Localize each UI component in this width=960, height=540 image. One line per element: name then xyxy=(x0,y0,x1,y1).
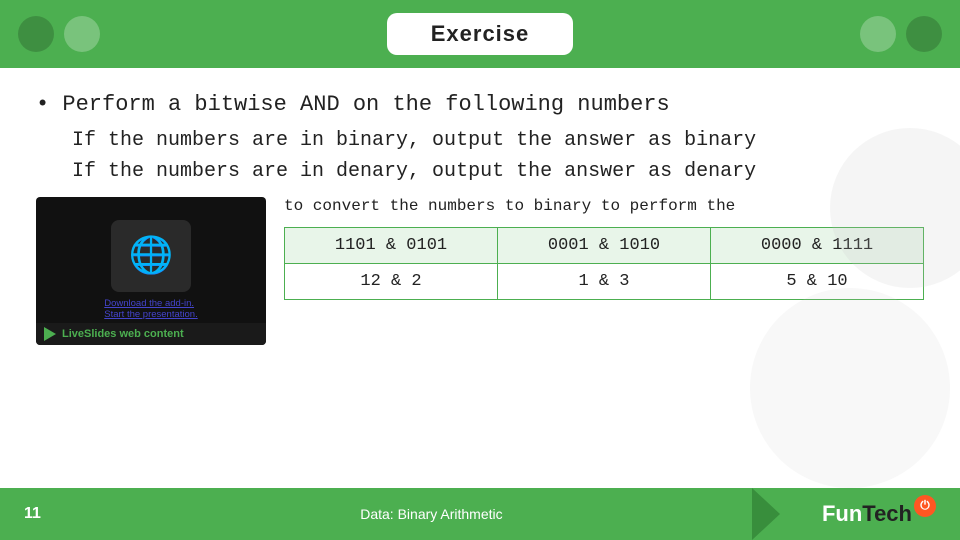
power-icon: ⏻ xyxy=(914,495,936,517)
indent-line-1: If the numbers are in binary, output the… xyxy=(36,125,924,156)
deco-circle-bottom-right xyxy=(750,288,950,488)
funtech-logo-text: FunTech xyxy=(822,501,912,527)
convert-text: to convert the numbers to binary to perf… xyxy=(284,197,924,215)
exercise-table: 1101 & 0101 0001 & 1010 0000 & 1111 12 &… xyxy=(284,227,924,300)
bullet-point-row: • Perform a bitwise AND on the following… xyxy=(36,90,924,121)
circle-2 xyxy=(64,16,100,52)
top-bar: Exercise xyxy=(0,0,960,68)
circle-3 xyxy=(860,16,896,52)
table-row-1: 1101 & 0101 0001 & 1010 0000 & 1111 xyxy=(285,227,924,263)
circle-1 xyxy=(18,16,54,52)
video-links: Download the add-in. Start the presentat… xyxy=(96,296,205,322)
video-thumb-inner: 🌐 xyxy=(111,220,191,292)
liveslides-label: LiveSlides web content xyxy=(62,328,184,340)
exercise-badge: Exercise xyxy=(387,13,574,55)
table-cell-r1c2: 0001 & 1010 xyxy=(498,227,711,263)
right-content: to convert the numbers to binary to perf… xyxy=(284,197,924,300)
bottom-bar: 11 Data: Binary Arithmetic FunTech ⏻ xyxy=(0,488,960,540)
main-bullet-text: • Perform a bitwise AND on the following… xyxy=(36,90,670,121)
table-cell-r2c1: 12 & 2 xyxy=(285,263,498,299)
funtech-logo: FunTech ⏻ xyxy=(822,501,936,527)
slide-number: 11 xyxy=(24,505,41,523)
top-left-circles xyxy=(18,16,100,52)
fun-text: Fun xyxy=(822,501,862,526)
chevron-right xyxy=(752,488,780,540)
circle-4 xyxy=(906,16,942,52)
bottom-bar-inner: 11 Data: Binary Arithmetic FunTech ⏻ xyxy=(0,501,960,527)
video-play-badge: LiveSlides web content xyxy=(36,323,266,345)
tech-text: Tech xyxy=(862,501,912,526)
indent-line-2: If the numbers are in denary, output the… xyxy=(36,156,924,187)
play-icon xyxy=(44,327,56,341)
table-cell-r1c1: 1101 & 0101 xyxy=(285,227,498,263)
table-cell-r2c2: 1 & 3 xyxy=(498,263,711,299)
start-link[interactable]: Start the presentation. xyxy=(104,309,197,320)
top-right-circles xyxy=(860,16,942,52)
video-thumbnail[interactable]: 🌐 LiveSlides web content Download the ad… xyxy=(36,197,266,345)
download-link[interactable]: Download the add-in. xyxy=(104,298,194,309)
footer-center-text: Data: Binary Arithmetic xyxy=(360,506,502,522)
globe-icon: 🌐 xyxy=(129,234,174,278)
